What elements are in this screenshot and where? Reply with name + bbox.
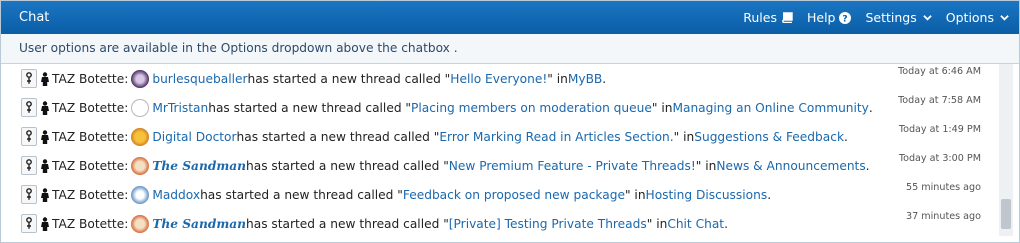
thread-link[interactable]: Error Marking Read in Articles Section. <box>439 130 673 144</box>
toggle-icon[interactable] <box>21 127 37 146</box>
username-link[interactable]: Maddox <box>152 188 200 202</box>
bot-name: TAZ Botette: <box>52 187 129 202</box>
message-text: has started a new thread called " <box>246 216 449 231</box>
message-text: " in <box>646 216 668 231</box>
chat-message-row: TAZ Botette: MrTristan has started a new … <box>15 93 993 122</box>
rules-link[interactable]: Rules <box>743 10 793 25</box>
chat-message-row: TAZ Botette: Maddox has started a new thr… <box>15 180 993 209</box>
message-text: . <box>724 216 728 231</box>
timestamp: Today at 1:49 PM <box>898 124 981 135</box>
scrollbar[interactable] <box>999 64 1013 236</box>
message-text: " in <box>624 187 646 202</box>
message-text: . <box>865 158 870 173</box>
chat-title: Chat <box>19 10 50 25</box>
timestamp: Today at 3:00 PM <box>898 153 981 164</box>
timestamp: Today at 7:58 AM <box>898 95 981 106</box>
book-icon <box>781 12 793 23</box>
bot-name: TAZ Botette: <box>52 129 129 144</box>
timestamp: 55 minutes ago <box>906 182 981 193</box>
header-nav: Rules Help ? Settings Options <box>729 10 1009 25</box>
thread-link[interactable]: Placing members on moderation queue <box>411 101 652 115</box>
username-link[interactable]: The Sandman <box>152 159 246 173</box>
thread-link[interactable]: Feedback on proposed new package <box>403 188 625 202</box>
avatar <box>131 98 150 117</box>
avatar <box>131 156 150 175</box>
options-notice: User options are available in the Option… <box>1 34 1019 64</box>
username-link[interactable]: The Sandman <box>152 217 246 231</box>
username-link[interactable]: Digital Doctor <box>152 130 236 144</box>
message-text: " in <box>673 129 695 144</box>
message-text: has started a new thread called " <box>246 158 449 173</box>
message-text: . <box>602 71 607 86</box>
timestamp: Today at 6:46 AM <box>898 66 981 77</box>
options-label: Options <box>945 10 994 25</box>
forum-link[interactable]: Suggestions & Feedback <box>694 130 844 144</box>
thread-link[interactable]: [Private] Testing Private Threads <box>449 217 647 231</box>
avatar <box>131 185 150 204</box>
avatar <box>131 127 150 146</box>
toggle-icon[interactable] <box>21 214 37 233</box>
svg-text:?: ? <box>843 14 848 24</box>
forum-link[interactable]: Chit Chat <box>667 217 724 231</box>
scroll-thumb[interactable] <box>1001 199 1011 229</box>
message-text: . <box>868 100 873 115</box>
chat-message-row: TAZ Botette: Digital Doctor has started a… <box>15 122 993 151</box>
message-text: has started a new thread called " <box>200 187 403 202</box>
timestamp: 37 minutes ago <box>906 211 981 222</box>
message-text: has started a new thread called " <box>236 129 440 144</box>
chat-message-row: TAZ Botette: burlesqueballer has started … <box>15 64 993 93</box>
message-text: " in <box>695 158 717 173</box>
rules-label: Rules <box>743 10 777 25</box>
toggle-icon[interactable] <box>21 185 37 204</box>
person-icon <box>40 100 50 115</box>
bot-name: TAZ Botette: <box>52 158 129 173</box>
username-link[interactable]: burlesqueballer <box>152 72 247 86</box>
thread-link[interactable]: Hello Everyone! <box>450 72 547 86</box>
help-label: Help <box>806 10 836 25</box>
toggle-icon[interactable] <box>21 156 37 175</box>
forum-link[interactable]: Hosting Discussions <box>646 188 768 202</box>
person-icon <box>40 129 50 144</box>
message-text: has started a new thread called " <box>208 100 412 115</box>
username-link[interactable]: MrTristan <box>152 101 208 115</box>
settings-label: Settings <box>865 10 917 25</box>
chevron-down-icon <box>1000 15 1009 21</box>
chat-widget: Chat Rules Help ? Settings Options User … <box>0 0 1020 243</box>
person-icon <box>40 216 50 231</box>
person-icon <box>40 71 50 86</box>
help-link[interactable]: Help ? <box>807 10 852 25</box>
thread-link[interactable]: New Premium Feature - Private Threads! <box>449 159 696 173</box>
question-circle-icon: ? <box>839 11 852 24</box>
forum-link[interactable]: MyBB <box>568 72 602 86</box>
avatar <box>131 214 150 233</box>
settings-dropdown[interactable]: Settings <box>865 10 932 25</box>
chevron-down-icon <box>923 15 932 21</box>
forum-link[interactable]: News & Announcements <box>716 159 865 173</box>
message-list: TAZ Botette: burlesqueballer has started … <box>15 64 993 236</box>
chat-message-row: TAZ Botette: The Sandman has started a ne… <box>15 151 993 180</box>
forum-link[interactable]: Managing an Online Community <box>672 101 868 115</box>
toggle-icon[interactable] <box>21 98 37 117</box>
message-text: has started a new thread called " <box>247 71 451 86</box>
message-text: " in <box>547 71 568 86</box>
message-text: . <box>844 129 848 144</box>
bot-name: TAZ Botette: <box>52 71 129 86</box>
avatar <box>131 69 150 88</box>
bot-name: TAZ Botette: <box>52 216 129 231</box>
message-text: . <box>767 187 772 202</box>
options-dropdown[interactable]: Options <box>946 10 1009 25</box>
person-icon <box>40 187 50 202</box>
toggle-icon[interactable] <box>21 69 37 88</box>
chat-header: Chat Rules Help ? Settings Options <box>1 1 1019 34</box>
message-text: " in <box>651 100 673 115</box>
bot-name: TAZ Botette: <box>52 100 129 115</box>
chat-message-row: TAZ Botette: The Sandman has started a ne… <box>15 209 993 236</box>
person-icon <box>40 158 50 173</box>
